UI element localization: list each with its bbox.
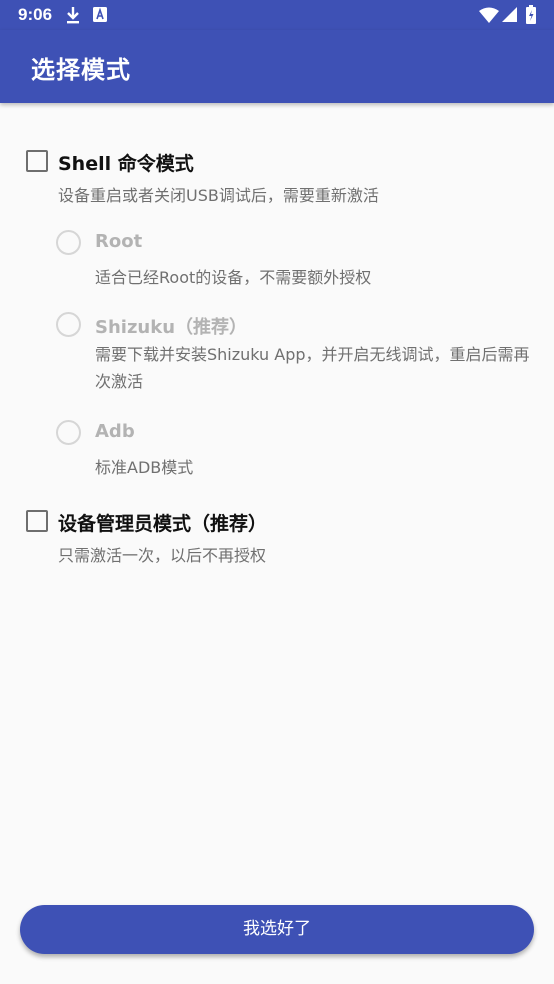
- adb-description: 标准ADB模式: [95, 458, 194, 477]
- device-admin-label: 设备管理员模式（推荐）: [58, 513, 268, 535]
- download-icon: [66, 6, 80, 28]
- shizuku-label: Shizuku（推荐）: [95, 317, 248, 338]
- radio-option-adb[interactable]: Adb: [56, 420, 256, 446]
- battery-icon: [526, 5, 536, 28]
- root-label: Root: [95, 231, 143, 252]
- shell-mode-description: 设备重启或者关闭USB调试后，需要重新激活: [58, 186, 379, 205]
- adb-radio[interactable]: [56, 420, 81, 445]
- shell-mode-label: Shell 命令模式: [58, 153, 194, 175]
- app-bar: 选择模式: [0, 30, 554, 103]
- root-radio[interactable]: [56, 230, 81, 255]
- shell-mode-checkbox-row[interactable]: Shell 命令模式: [26, 148, 326, 175]
- device-admin-description: 只需激活一次，以后不再授权: [58, 546, 267, 565]
- a-badge-icon: [93, 7, 107, 26]
- adb-label: Adb: [95, 421, 135, 442]
- confirm-button[interactable]: 我选好了: [20, 905, 534, 954]
- shell-mode-checkbox[interactable]: [26, 150, 48, 172]
- radio-option-root[interactable]: Root: [56, 230, 256, 256]
- shizuku-radio[interactable]: [56, 312, 81, 337]
- signal-icon: [502, 7, 517, 26]
- status-time: 9:06: [18, 5, 53, 24]
- device-admin-checkbox-row[interactable]: 设备管理员模式（推荐）: [26, 508, 326, 535]
- status-bar: 9:06: [0, 0, 554, 30]
- radio-option-shizuku[interactable]: Shizuku（推荐）: [56, 312, 306, 338]
- page-title: 选择模式: [31, 56, 131, 84]
- wifi-icon: [479, 7, 499, 27]
- root-description: 适合已经Root的设备，不需要额外授权: [95, 268, 372, 287]
- device-admin-checkbox[interactable]: [26, 510, 48, 532]
- shizuku-description: 需要下载并安装Shizuku App，并开启无线调试，重启后需再次激活: [95, 345, 530, 391]
- mode-selection-content: Shell 命令模式 设备重启或者关闭USB调试后，需要重新激活 Root 适合…: [0, 103, 554, 893]
